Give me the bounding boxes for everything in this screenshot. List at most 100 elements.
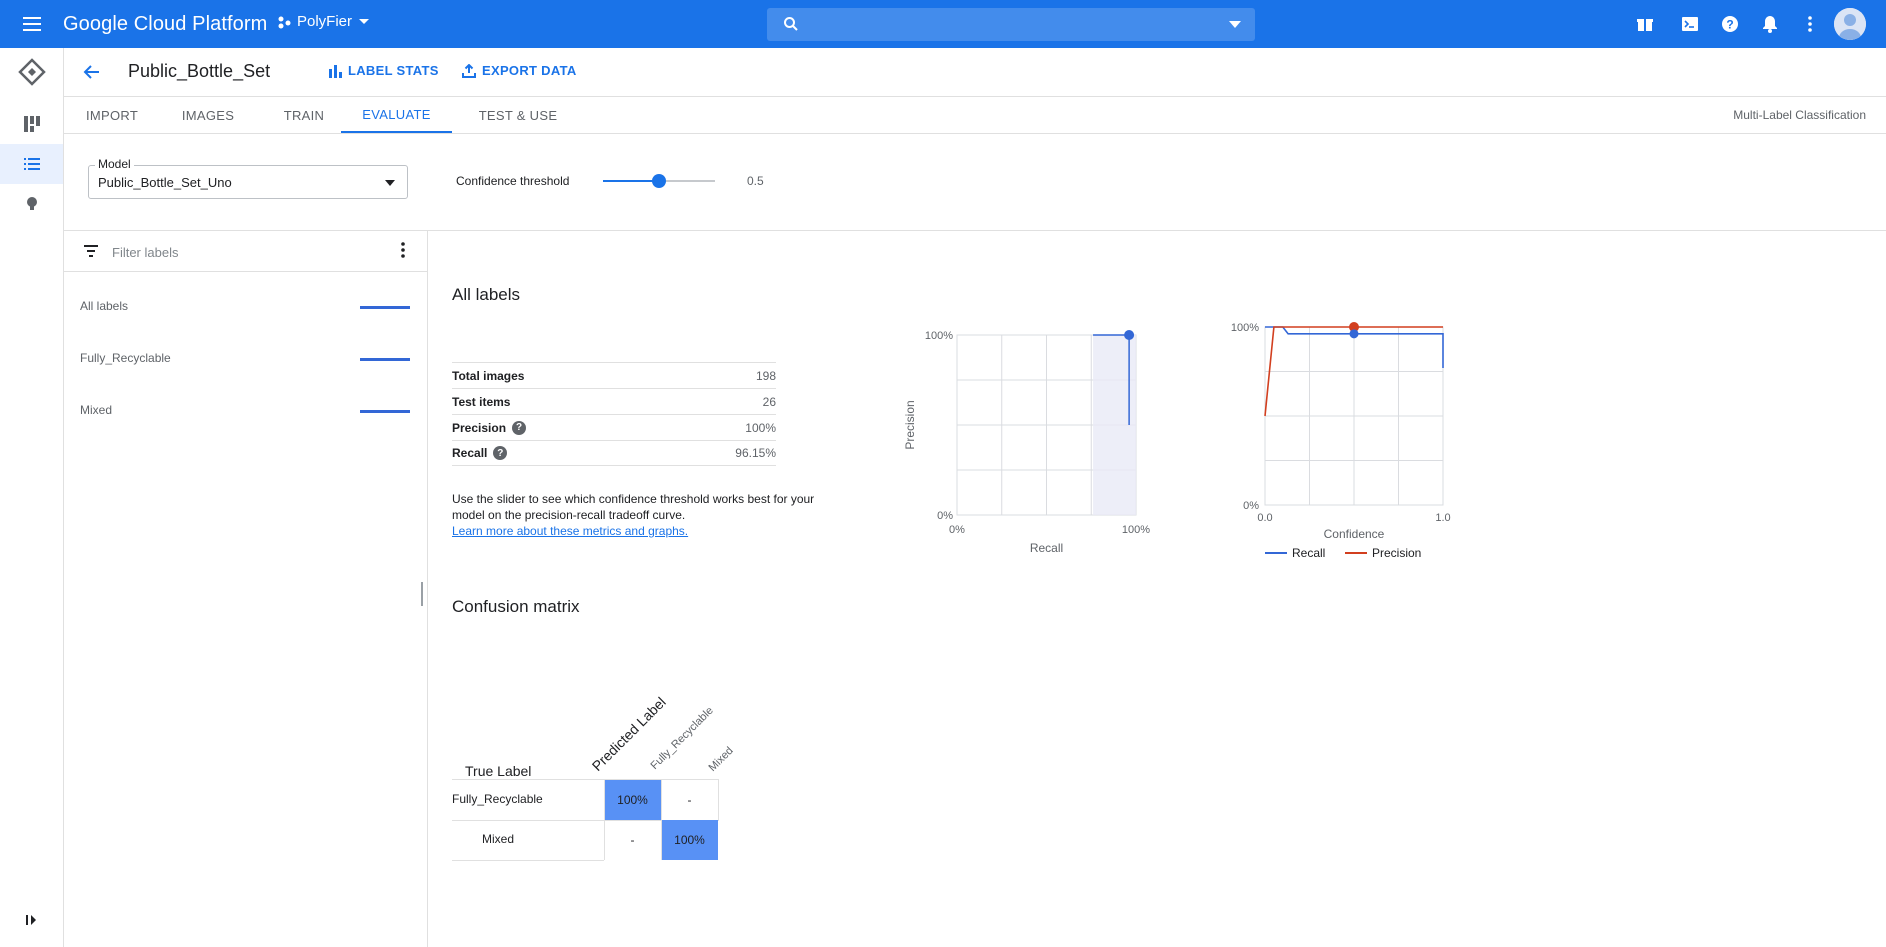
- export-icon: [462, 63, 476, 78]
- model-select-label: Model: [95, 157, 134, 171]
- matrix-divider: [718, 780, 719, 820]
- label-name: All labels: [80, 299, 129, 313]
- help-text-block: Use the slider to see which confidence t…: [452, 491, 832, 539]
- precision-recall-chart: 100% 0% 0% 100% Recall Precision: [903, 330, 1150, 555]
- model-select[interactable]: Model Public_Bottle_Set_Uno: [88, 157, 408, 199]
- conf-xtick-label: 1.0: [1435, 512, 1450, 524]
- label-name: Mixed: [80, 403, 113, 417]
- true-label-header: True Label: [465, 763, 532, 779]
- classification-mode: Multi-Label Classification: [1733, 108, 1866, 122]
- export-data-button[interactable]: EXPORT DATA: [462, 63, 577, 78]
- pr-yaxis-label: Precision: [903, 400, 917, 449]
- stat-value: 26: [762, 394, 776, 409]
- gift-icon[interactable]: [1635, 14, 1655, 34]
- project-selector[interactable]: PolyFier: [277, 13, 370, 30]
- stats-row-recall: Recall? 96.15%: [452, 440, 776, 466]
- confidence-threshold-slider[interactable]: [603, 174, 715, 188]
- confidence-threshold-value: 0.5: [747, 174, 764, 188]
- help-circle-icon[interactable]: ?: [493, 446, 508, 460]
- cloud-shell-icon[interactable]: [1680, 14, 1700, 34]
- project-name: PolyFier: [297, 13, 353, 30]
- evaluation-controls: Model Public_Bottle_Set_Uno Confidence t…: [64, 134, 1886, 231]
- matrix-row-label: Mixed: [482, 832, 515, 846]
- automl-logo-icon[interactable]: [0, 52, 63, 92]
- stats-table: Total images 198 Test items 26 Precision…: [452, 362, 776, 466]
- slider-thumb[interactable]: [652, 174, 666, 188]
- tab-test-and-use[interactable]: TEST & USE: [460, 97, 576, 133]
- dashboard-icon[interactable]: [0, 104, 63, 144]
- matrix-cell[interactable]: -: [661, 780, 718, 820]
- stat-key: Recall?: [452, 446, 508, 460]
- tab-import[interactable]: IMPORT: [64, 97, 160, 133]
- filter-bar: [64, 231, 427, 272]
- label-item-mixed[interactable]: Mixed: [64, 391, 427, 431]
- label-name: Fully_Recyclable: [80, 351, 171, 365]
- svg-text:?: ?: [1726, 18, 1733, 32]
- pr-xtick-label: 100%: [1122, 524, 1150, 536]
- help-icon[interactable]: ?: [1720, 14, 1740, 34]
- bar-chart-icon: [328, 64, 342, 78]
- back-arrow-icon[interactable]: [82, 62, 102, 82]
- confidence-threshold-label: Confidence threshold: [456, 174, 570, 188]
- panel-resize-handle[interactable]: [421, 582, 423, 606]
- dataset-header: Public_Bottle_Set LABEL STATS EXPORT DAT…: [64, 48, 1886, 97]
- stats-row-test-items: Test items 26: [452, 388, 776, 414]
- matrix-divider: [604, 780, 605, 860]
- matrix-cell[interactable]: -: [604, 820, 661, 860]
- pr-xtick-label: 0%: [949, 524, 965, 536]
- expand-rail-icon[interactable]: [0, 900, 63, 940]
- stats-row-total-images: Total images 198: [452, 362, 776, 388]
- model-select-value: Public_Bottle_Set_Uno: [98, 175, 232, 190]
- tab-images[interactable]: IMAGES: [160, 97, 256, 133]
- lightbulb-icon[interactable]: [0, 184, 63, 224]
- export-data-label: EXPORT DATA: [482, 63, 577, 78]
- label-line-swatch: [360, 410, 410, 413]
- slider-fill: [603, 180, 659, 182]
- datasets-list-icon[interactable]: [0, 144, 63, 184]
- stat-value: 96.15%: [735, 446, 776, 460]
- conf-xaxis-label: Confidence: [1324, 527, 1385, 541]
- stat-key: Precision?: [452, 420, 527, 435]
- left-nav-rail: [0, 48, 64, 947]
- search-icon: [783, 16, 799, 32]
- tab-evaluate[interactable]: EVALUATE: [341, 97, 452, 133]
- notifications-icon[interactable]: [1760, 14, 1780, 34]
- chevron-down-icon: [385, 180, 395, 186]
- confusion-matrix-title: Confusion matrix: [452, 597, 580, 616]
- label-item-fully-recyclable[interactable]: Fully_Recyclable: [64, 339, 427, 379]
- label-line-swatch: [360, 358, 410, 361]
- matrix-row-label: Fully_Recyclable: [452, 792, 543, 806]
- more-vert-icon[interactable]: [1800, 14, 1820, 34]
- filter-icon[interactable]: [84, 245, 98, 257]
- stat-value: 198: [755, 368, 776, 383]
- matrix-divider: [661, 780, 662, 860]
- stat-key-text: Recall: [452, 446, 488, 460]
- help-circle-icon[interactable]: ?: [512, 420, 527, 435]
- menu-icon[interactable]: [20, 12, 44, 36]
- conf-ytick-label: 100%: [1231, 322, 1259, 334]
- label-stats-button[interactable]: LABEL STATS: [328, 63, 439, 78]
- search-bar[interactable]: [767, 8, 1255, 41]
- matrix-cell[interactable]: 100%: [604, 780, 661, 820]
- page-title: Public_Bottle_Set: [128, 61, 271, 81]
- tab-train[interactable]: TRAIN: [256, 97, 352, 133]
- filter-labels-input[interactable]: [112, 242, 372, 262]
- learn-more-link[interactable]: Learn more about these metrics and graph…: [452, 524, 688, 538]
- avatar[interactable]: [1834, 8, 1866, 40]
- search-dropdown-icon[interactable]: [1229, 21, 1241, 28]
- stat-value: 100%: [745, 420, 776, 435]
- legend-label-recall: Recall: [1292, 546, 1325, 560]
- label-stats-label: LABEL STATS: [348, 63, 439, 78]
- help-text: Use the slider to see which confidence t…: [452, 492, 815, 522]
- matrix-cell[interactable]: 100%: [661, 820, 718, 860]
- label-line-swatch: [360, 306, 410, 309]
- search-input[interactable]: [811, 14, 1191, 36]
- matrix-column-mixed: Mixed: [706, 744, 736, 774]
- conf-ytick-label: 0%: [1243, 500, 1259, 512]
- label-item-all-labels[interactable]: All labels: [64, 287, 427, 327]
- more-vert-icon[interactable]: [401, 242, 405, 258]
- labels-panel: All labels Fully_Recyclable Mixed: [64, 231, 428, 947]
- pr-threshold-point: [1124, 330, 1135, 340]
- stat-key: Test items: [452, 394, 511, 409]
- brand-title[interactable]: Google Cloud Platform: [63, 13, 267, 36]
